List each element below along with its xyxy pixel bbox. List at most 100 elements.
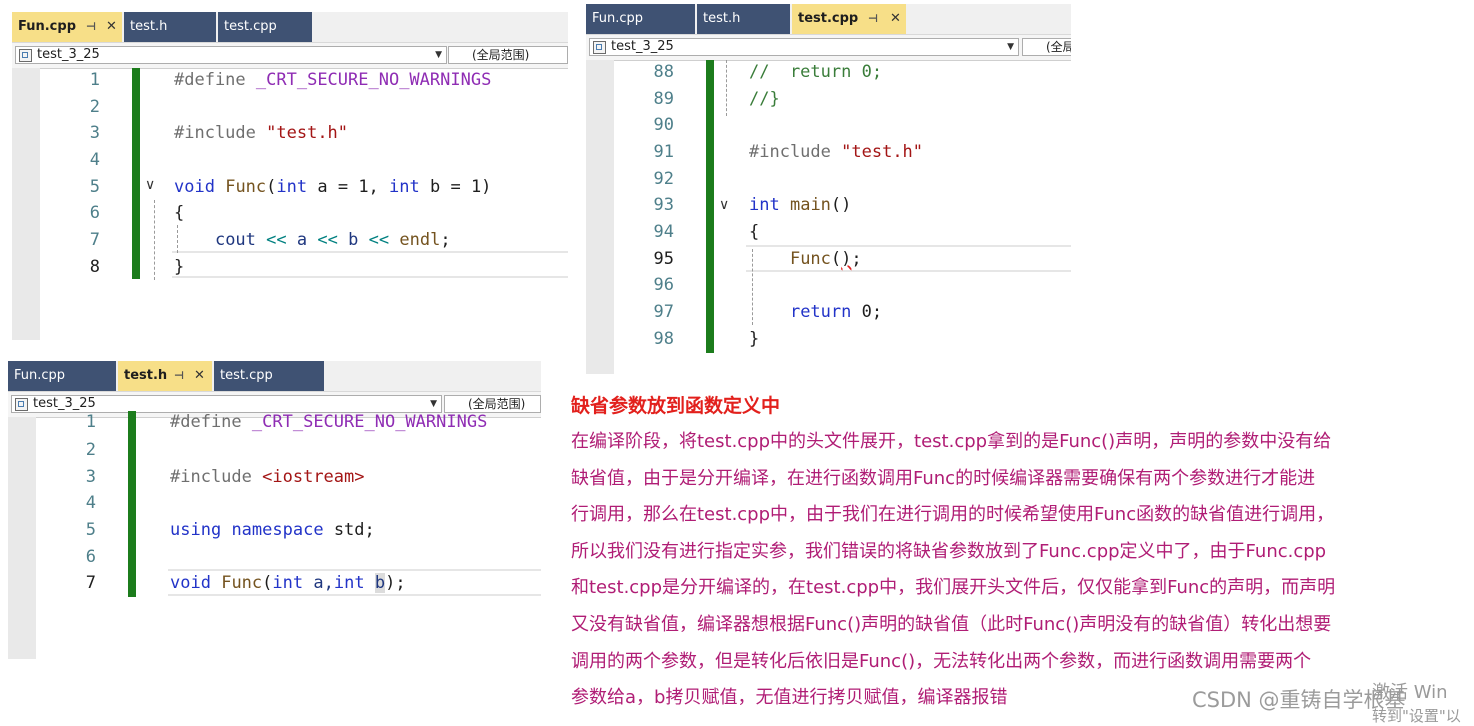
explanation-line: 缺省值，由于是分开编译，在进行函数调用Func的时候编译器需要确保有两个参数进行… [571,467,1316,489]
line-number: 92 [653,169,674,189]
code-token: << [368,230,390,250]
explanation-block: 缺省参数放到函数定义中 在编译阶段，将test.cpp中的头文件展开，test.… [571,388,1471,717]
tab-fun-cpp[interactable]: Fun.cpp [8,361,118,391]
line-number: 6 [85,547,96,567]
line-number: 93 [653,195,674,215]
explanation-body: 在编译阶段，将test.cpp中的头文件展开，test.cpp拿到的是Func(… [571,424,1471,717]
tab-test-h[interactable]: test.h [697,4,792,34]
pin-icon[interactable]: ⊣ [86,20,96,33]
tab-bar: Fun.cpp test.h ⊣ ✕ test.cpp [8,361,541,391]
editor-test-cpp: Fun.cpp test.h test.cpp ⊣ ✕ test_3_25 ▼ … [586,4,1071,374]
change-tracking-bar [132,68,140,279]
windows-activation-title: 激活 Win [1372,682,1448,703]
tab-test-cpp[interactable]: test.cpp [214,361,326,391]
code-token: void [170,573,211,593]
line-number: 89 [653,89,674,109]
project-icon [593,41,606,54]
code-comment: // return 0; [749,62,883,82]
navigation-bar: test_3_25 ▼ (全局范围) [586,34,1071,61]
tab-test-h[interactable]: test.h [124,12,218,42]
line-number: 96 [653,275,674,295]
explanation-line: 所以我们没有进行指定实参，我们错误的将缺省参数放到了Func.cpp定义中了，由… [571,540,1327,562]
line-number: 88 [653,62,674,82]
scope-range-label: (全局范围) [1046,40,1071,54]
tab-test-cpp[interactable]: test.cpp ⊣ ✕ [792,4,908,34]
change-tracking-bar [706,60,714,353]
line-number: 1 [85,412,96,432]
tab-fun-cpp[interactable]: Fun.cpp ⊣ ✕ [12,12,124,42]
dropdown-arrow-icon: ▼ [435,50,442,60]
code-token: a, [313,573,334,593]
code-token: "test.h" [841,142,924,162]
code-token: Func [221,573,263,593]
pin-icon[interactable]: ⊣ [174,369,184,382]
tab-test-cpp[interactable]: test.cpp [218,12,314,42]
code-token: endl [399,230,441,250]
code-token: #include [170,467,252,487]
code-token: } [749,329,760,349]
dropdown-arrow-icon: ▼ [1007,42,1014,52]
tab-label: test.h [703,11,741,26]
code-token: ( [830,249,842,269]
code-token: void [174,177,215,197]
tab-label: test.cpp [224,19,277,34]
tab-test-h[interactable]: test.h ⊣ ✕ [118,361,214,391]
line-number-current: 7 [85,573,96,593]
project-scope-label: test_3_25 [611,39,674,54]
line-number: 98 [653,329,674,349]
code-token: #include [749,142,831,162]
line-number: 5 [85,520,96,540]
project-scope-dropdown[interactable]: test_3_25 ▼ [589,38,1019,56]
tab-fun-cpp[interactable]: Fun.cpp [586,4,697,34]
tab-label: test.h [130,19,168,34]
code-token: int [749,195,780,215]
indent-guide [726,60,727,116]
project-scope-label: test_3_25 [37,47,100,62]
editor-test-h: Fun.cpp test.h ⊣ ✕ test.cpp test_3_25 ▼ … [8,361,541,659]
code-token: << [317,230,338,250]
code-token: b [374,573,386,593]
line-number: 97 [653,302,674,322]
explanation-line: 调用的两个参数，但是转化后依旧是Func()，无法转化出两个参数，而进行函数调用… [571,650,1312,672]
code-token: b = 1) [430,177,492,197]
line-number: 5 [89,177,100,197]
navigation-bar: test_3_25 ▼ (全局范围) [12,42,568,69]
tab-label: Fun.cpp [18,19,76,34]
tab-bar: Fun.cpp test.h test.cpp ⊣ ✕ [586,4,1071,34]
code-token: _CRT_SECURE_NO_WARNINGS [251,412,488,432]
fold-chevron-icon[interactable]: ∨ [719,197,729,213]
explanation-line: 在编译阶段，将test.cpp中的头文件展开，test.cpp拿到的是Func(… [571,431,1332,452]
line-number-current: 8 [89,257,100,277]
project-scope-dropdown[interactable]: test_3_25 ▼ [15,46,447,64]
code-token: { [174,203,185,223]
tab-label: Fun.cpp [14,368,66,383]
explanation-line: 行调用，那么在test.cpp中，由于我们在进行调用的时候希望使用Func函数的… [571,504,1335,526]
code-token: << [266,230,287,250]
scope-range-dropdown[interactable]: (全局范围) [448,46,568,64]
explanation-line: 又没有缺省值，编译器想根据Func()声明的缺省值（此时Func()声明没有的缺… [571,613,1332,635]
code-token: int [333,573,365,593]
code-token: cout [214,230,256,250]
code-token: a [296,230,308,250]
editor-margin [586,60,614,374]
fold-chevron-icon[interactable]: ∨ [145,177,155,193]
error-squiggle[interactable]: ) [841,249,851,269]
close-icon[interactable]: ✕ [106,19,117,34]
windows-activation-hint: 转到"设置"以 [1372,707,1461,725]
code-token: ( [266,177,277,197]
line-number: 4 [85,493,96,513]
code-token: Func [789,249,831,269]
line-number: 3 [89,123,100,143]
explanation-line: 和test.cpp是分开编译的，在test.cpp中，我们展开头文件后，仅仅能拿… [571,577,1336,599]
code-token: _CRT_SECURE_NO_WARNINGS [255,70,492,90]
line-number: 91 [653,142,674,162]
close-icon[interactable]: ✕ [194,368,205,383]
code-token: main [789,195,831,215]
scope-range-dropdown[interactable]: (全局范围) [1022,38,1071,56]
code-token: } [174,257,185,277]
line-number: 2 [85,440,96,460]
code-comment: //} [749,89,780,109]
pin-icon[interactable]: ⊣ [868,12,878,25]
tab-label: test.cpp [798,11,859,26]
close-icon[interactable]: ✕ [890,11,901,26]
